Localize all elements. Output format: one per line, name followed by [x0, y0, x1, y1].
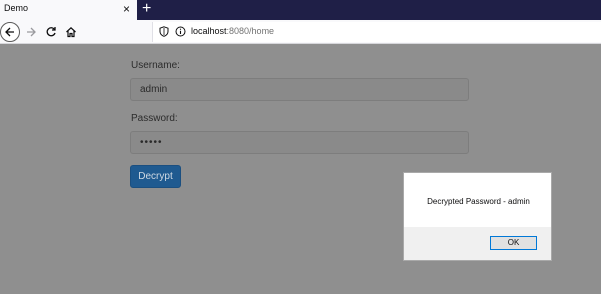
username-label: Username:: [131, 60, 180, 71]
back-arrow-icon: [5, 27, 14, 37]
forward-arrow-icon: [27, 27, 36, 37]
home-icon: [66, 26, 76, 38]
info-icon[interactable]: [175, 26, 186, 37]
password-input[interactable]: •••••: [130, 131, 469, 154]
ok-button[interactable]: OK: [490, 236, 537, 250]
tab-close-icon[interactable]: ×: [123, 2, 130, 16]
home-button[interactable]: [61, 22, 81, 42]
password-label: Password:: [131, 113, 178, 124]
navigation-bar: localhost:8080/home: [0, 20, 601, 44]
tab-strip: Demo × +: [0, 0, 601, 20]
url-text: localhost:8080/home: [191, 26, 274, 36]
url-host: localhost: [191, 26, 227, 36]
url-bar[interactable]: localhost:8080/home: [152, 22, 601, 42]
username-input[interactable]: admin: [130, 78, 469, 101]
decrypt-button[interactable]: Decrypt: [130, 165, 181, 188]
forward-button[interactable]: [21, 22, 41, 42]
reload-button[interactable]: [41, 22, 61, 42]
alert-message: Decrypted Password - admin: [427, 197, 530, 206]
new-tab-button[interactable]: +: [142, 0, 151, 18]
back-button[interactable]: [0, 22, 20, 42]
tab-demo[interactable]: Demo ×: [0, 0, 137, 20]
shield-icon[interactable]: [159, 26, 169, 37]
url-path: :8080/home: [226, 26, 275, 36]
tab-title: Demo: [4, 3, 29, 13]
reload-icon: [46, 27, 56, 37]
alert-footer: OK: [404, 227, 551, 260]
alert-dialog: Decrypted Password - admin OK: [403, 172, 552, 261]
